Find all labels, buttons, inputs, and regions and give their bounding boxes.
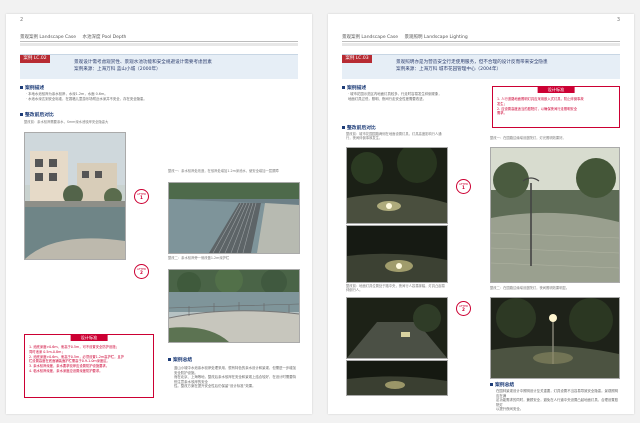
case-text: 景观照明亦是为营造安全行走使用服务，但不合理的设计反而带来安全隐患 案例来源：上…	[396, 60, 614, 73]
compare-heading: 整改前后对比	[342, 124, 376, 131]
design-standard-title: 设计标准	[537, 86, 575, 93]
caption-before-2: 整改前：地面灯具位置处于路中央，夜间行人容易踩踏，灯具凸起易绊倒行人。	[346, 284, 445, 293]
design-standard-title: 设计标准	[70, 334, 108, 341]
right-page: 3 景观案例 Landscape Case 景观照明 Landscape Lig…	[328, 14, 634, 414]
header-section: 景观案例 Landscape Case	[20, 35, 77, 40]
overview-heading: 案例描述	[20, 84, 44, 91]
after-2-badge: AFTER 2	[134, 264, 149, 279]
photo-before-4	[346, 360, 448, 396]
caption-after-1: 整改一：亲水驳岸处改造，在驳岸处增加1.2m深池水，使安全增加一层屏障	[168, 169, 279, 173]
caption-before: 整改前：亲水驳岸需要亲水，Smm深水池驳岸安全隐患大	[24, 120, 109, 124]
caption-after-1: 整改一：在园路边缘增设庭院灯，灯光照明效果好。	[490, 136, 566, 140]
after-1-badge: AFTER 1	[456, 179, 471, 194]
case-box: 案例 LC.02 景观设计需考虑观赏性、景观水池功能和安全规避设计需要考虑因素 …	[20, 54, 298, 79]
design-standard-box: 设计标准 1. 人行道路地面照明灯具应采用嵌入式灯具，防止绊倒事故 发生； 2.…	[492, 86, 620, 128]
photo-after-2	[168, 269, 300, 343]
summary-heading: 案例总结	[490, 381, 514, 388]
overview-text: · 本地水池驳岸为亲水驳岸，水深1.2m，水面 0.6m。 · 水池水深达到安全…	[26, 92, 147, 101]
square-bullet-icon	[20, 86, 23, 89]
header-section: 景观案例 Landscape Case	[342, 35, 399, 40]
page-number: 3	[616, 17, 620, 23]
after-2-badge: AFTER 2	[456, 301, 471, 316]
compare-heading: 整改前后对比	[20, 111, 54, 118]
design-standard-list: 1. 人行道路地面照明灯具应采用嵌入式灯具，防止绊倒事故 发生； 2. 应设置高…	[497, 97, 584, 116]
photo-before-1	[346, 147, 448, 224]
photo-before-2	[346, 225, 448, 283]
after-1-badge: AFTER 1	[134, 189, 149, 204]
summary-heading: 案例总结	[168, 356, 192, 363]
case-source: 案例来源：上海万科 城市花园管理中心（2004年）	[396, 66, 502, 72]
overview-heading: 案例描述	[342, 84, 366, 91]
header-topic: 水池深度 Pool Depth	[82, 35, 127, 40]
square-bullet-icon	[168, 358, 171, 361]
summary-text: 蓝山小城中水池亲水驳岸处理采用，很有特色的亲水设计和景观，但需进一步增加安全防护…	[174, 366, 297, 389]
photo-before-3	[346, 297, 448, 359]
caption-before: 整改前：城市花园园路两侧在地面设置灯具，灯具高度影响行人通行，夜间绊倒事故发生。	[346, 132, 442, 141]
page-header: 景观案例 Landscape Case 水池深度 Pool Depth	[20, 34, 298, 42]
photo-after-1	[490, 147, 620, 283]
design-standard-list: 1. 池底深度>0.6m、而高于0.5m，可不设置安全防护设施； 同时池深 0.…	[29, 345, 124, 373]
case-code: 案例 LC.02	[20, 55, 50, 63]
square-bullet-icon	[342, 126, 345, 129]
photo-before	[24, 132, 126, 260]
square-bullet-icon	[490, 383, 493, 386]
left-page: 2 景观案例 Landscape Case 水池深度 Pool Depth 案例…	[6, 14, 312, 414]
photo-after-1	[168, 182, 300, 254]
case-box: 案例 LC.03 景观照明亦是为营造安全行走使用服务，但不合理的设计反而带来安全…	[342, 54, 620, 79]
header-topic: 景观照明 Landscape Lighting	[404, 35, 468, 40]
square-bullet-icon	[20, 113, 23, 116]
page-number: 2	[20, 17, 24, 23]
case-code: 案例 LC.03	[342, 55, 372, 63]
summary-text: 在园林景观设计中照明设计至关重要，灯具设置不当容易导致安全隐患。景观照明应在满 …	[496, 389, 619, 412]
case-source: 案例来源：上海万科 蓝山小城（2000年）	[74, 66, 161, 72]
caption-after-2: 整改二：亲水驳岸旁一侧改做1.2m深护栏	[168, 256, 230, 260]
header-bar	[20, 43, 298, 46]
overview-text: · 城市花园示范区内地面灯具较多，行走时容易发生绊倒现象， 地面灯具过低，照明、…	[348, 92, 442, 101]
design-standard-box: 设计标准 1. 池底深度>0.6m、而高于0.5m，可不设置安全防护设施； 同时…	[24, 334, 154, 398]
photo-after-2	[490, 297, 620, 379]
square-bullet-icon	[342, 86, 345, 89]
case-text: 景观设计需考虑观赏性、景观水池功能和安全规避设计需要考虑因素 案例来源：上海万科…	[74, 60, 292, 73]
caption-after-2: 整改二：在园路边缘增设庭院灯，夜间照明效果明显。	[490, 286, 570, 290]
header-bar	[342, 43, 620, 46]
page-header: 景观案例 Landscape Case 景观照明 Landscape Light…	[342, 34, 620, 42]
